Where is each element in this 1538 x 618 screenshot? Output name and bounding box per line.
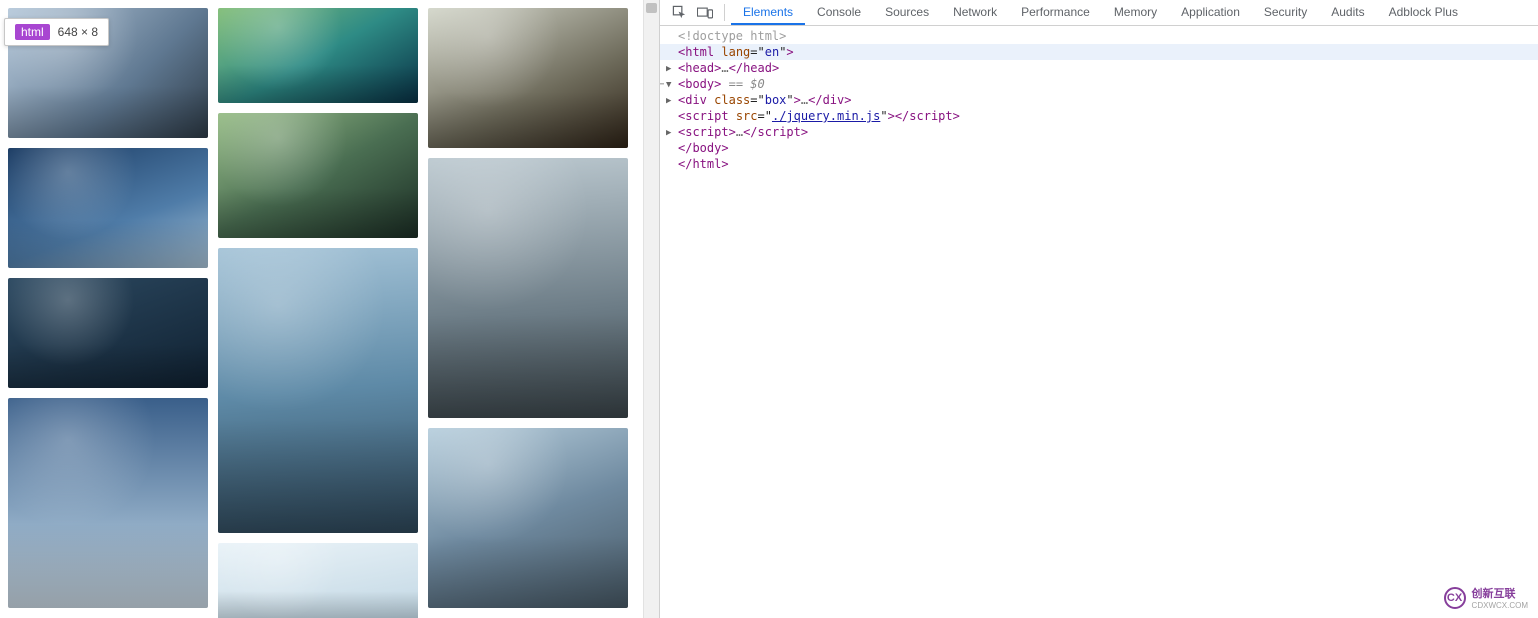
tab-console[interactable]: Console [805, 0, 873, 25]
image-thumbnail[interactable] [428, 8, 628, 148]
dom-line-script-inline[interactable]: ▶<script>…</script> [660, 124, 1538, 140]
tab-security[interactable]: Security [1252, 0, 1319, 25]
dom-line-html-close[interactable]: </html> [660, 156, 1538, 172]
dom-line-div-box[interactable]: ▶<div class="box">…</div> [660, 92, 1538, 108]
tab-audits[interactable]: Audits [1319, 0, 1376, 25]
dom-line-doctype[interactable]: <!doctype html> [660, 28, 1538, 44]
inspect-element-button[interactable] [666, 0, 692, 25]
tab-elements[interactable]: Elements [731, 0, 805, 25]
scrollbar-thumb[interactable] [646, 3, 657, 13]
inspect-icon [672, 5, 687, 20]
tab-sources[interactable]: Sources [873, 0, 941, 25]
element-dimensions-tooltip: html 648 × 8 [4, 18, 109, 46]
dom-tree[interactable]: <!doctype html><html lang="en">▶<head>…<… [660, 26, 1538, 618]
toolbar-separator [724, 4, 725, 21]
tab-memory[interactable]: Memory [1102, 0, 1169, 25]
watermark: CX 创新互联 CDXWCX.COM [1444, 585, 1528, 610]
devtools-tabs: ElementsConsoleSourcesNetworkPerformance… [731, 0, 1470, 25]
dom-line-body-close[interactable]: </body> [660, 140, 1538, 156]
devtools-toolbar: ElementsConsoleSourcesNetworkPerformance… [660, 0, 1538, 26]
image-masonry [0, 0, 659, 618]
image-thumbnail[interactable] [218, 248, 418, 533]
dom-line-script-src[interactable]: <script src="./jquery.min.js"></script> [660, 108, 1538, 124]
tab-application[interactable]: Application [1169, 0, 1252, 25]
rendered-page-panel: html 648 × 8 [0, 0, 660, 618]
image-thumbnail[interactable] [8, 398, 208, 608]
device-toolbar-button[interactable] [692, 0, 718, 25]
tooltip-tag: html [15, 24, 50, 40]
watermark-sub: CDXWCX.COM [1472, 601, 1528, 610]
tab-performance[interactable]: Performance [1009, 0, 1102, 25]
image-thumbnail[interactable] [8, 148, 208, 268]
image-thumbnail[interactable] [218, 113, 418, 238]
masonry-column [8, 8, 208, 618]
watermark-glyph: CX [1444, 587, 1466, 609]
image-thumbnail[interactable] [428, 428, 628, 608]
image-thumbnail[interactable] [218, 8, 418, 103]
tab-adblock-plus[interactable]: Adblock Plus [1377, 0, 1470, 25]
tab-network[interactable]: Network [941, 0, 1009, 25]
image-thumbnail[interactable] [8, 278, 208, 388]
dom-line-head[interactable]: ▶<head>…</head> [660, 60, 1538, 76]
devtools-panel: ElementsConsoleSourcesNetworkPerformance… [660, 0, 1538, 618]
device-icon [697, 6, 713, 20]
scrollbar-track [644, 0, 659, 618]
dom-line-html-open[interactable]: <html lang="en"> [660, 44, 1538, 60]
dom-line-body-open[interactable]: ⋯▼<body> == $0 [660, 76, 1538, 92]
image-thumbnail[interactable] [428, 158, 628, 418]
page-scrollbar[interactable] [643, 0, 659, 618]
masonry-column [218, 8, 418, 618]
watermark-text-wrap: 创新互联 CDXWCX.COM [1472, 585, 1528, 610]
watermark-text: 创新互联 [1472, 585, 1528, 601]
masonry-column [428, 8, 628, 618]
tooltip-dimensions: 648 × 8 [58, 25, 98, 39]
image-thumbnail[interactable] [218, 543, 418, 618]
